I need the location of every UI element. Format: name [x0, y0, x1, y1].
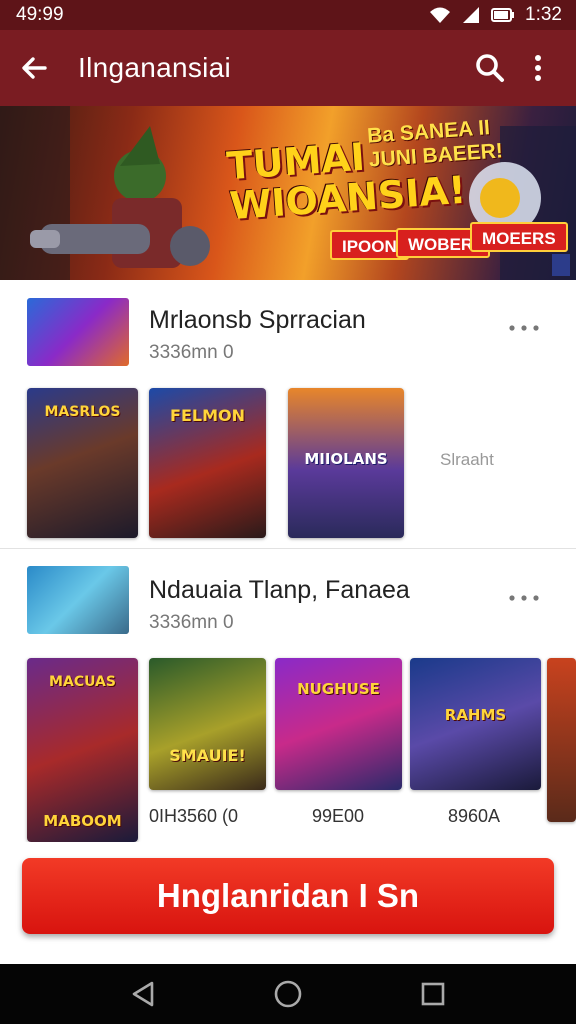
- section-1: Mrlaonsb Sprracian 3336mn 0 MASRLOS FELM…: [0, 280, 576, 546]
- section-header[interactable]: Ndauaia Tlanp, Fanaea 3336mn 0: [0, 550, 576, 640]
- game-card[interactable]: SMAUIE!: [149, 658, 266, 790]
- game-card-badge: MABOOM: [43, 812, 122, 830]
- nav-recents-button[interactable]: [403, 964, 463, 1024]
- circle-home-icon: [274, 980, 302, 1008]
- game-card[interactable]: MASRLOS: [27, 388, 138, 538]
- cta-area: Hnglanridan I Sn: [0, 842, 576, 964]
- status-time-left: 49:99: [16, 4, 64, 25]
- square-recents-icon: [422, 982, 445, 1006]
- section-title: Ndauaia Tlanp, Fanaea: [149, 576, 410, 604]
- game-card[interactable]: RAHMS: [410, 658, 541, 790]
- game-card[interactable]: NUGHUSE: [275, 658, 402, 790]
- primary-cta-button[interactable]: Hnglanridan I Sn: [22, 858, 554, 934]
- signal-icon: [463, 7, 480, 23]
- game-card[interactable]: MIIOLANS: [288, 388, 404, 538]
- game-card-title: MACUAS: [49, 674, 116, 690]
- triangle-back-icon: [132, 981, 153, 1007]
- status-time-right: 1:32: [525, 4, 562, 25]
- system-nav-bar: [0, 964, 576, 1024]
- more-vertical-icon: [535, 55, 541, 81]
- app-bar: Ilnganansiai: [0, 30, 576, 106]
- banner-tagline: Ba SANEA II JUNI BAEER!: [366, 115, 503, 172]
- game-card-peek[interactable]: [547, 658, 576, 822]
- section-subtitle: 3336mn 0: [149, 612, 234, 633]
- game-card[interactable]: MACUAS MABOOM: [27, 658, 138, 842]
- game-card-title: MIIOLANS: [304, 450, 388, 468]
- section-header[interactable]: Mrlaonsb Sprracian 3336mn 0: [0, 280, 576, 370]
- arrow-left-icon: [22, 57, 47, 79]
- battery-icon: [491, 8, 515, 22]
- more-horizontal-icon: [509, 595, 539, 601]
- section-divider: [0, 548, 576, 549]
- wifi-icon: [430, 7, 451, 23]
- game-price: 99E00: [312, 806, 365, 826]
- section-subtitle: 3336mn 0: [149, 342, 234, 363]
- nav-back-button[interactable]: [113, 964, 173, 1024]
- status-bar: 49:99 1:32: [0, 0, 576, 30]
- game-card-title: NUGHUSE: [297, 680, 380, 698]
- banner-pill-3: MOEERS: [470, 222, 568, 252]
- section-thumbnail: [27, 298, 129, 366]
- see-all-link[interactable]: Slraaht: [440, 450, 494, 470]
- nav-home-button[interactable]: [258, 964, 318, 1024]
- page-title: Ilnganansiai: [78, 52, 232, 83]
- section-2: Ndauaia Tlanp, Fanaea 3336mn 0 MACUAS MA…: [0, 550, 576, 842]
- promo-banner[interactable]: TUMAI WIOANSIA! Ba SANEA II JUNI BAEER! …: [0, 106, 576, 280]
- game-card[interactable]: FELMON: [149, 388, 266, 538]
- back-button[interactable]: [8, 42, 60, 94]
- game-card-title: SMAUIE!: [169, 746, 246, 765]
- game-price: 0IH3560 (0: [149, 806, 239, 826]
- game-card-title: FELMON: [170, 406, 245, 425]
- section-more-button[interactable]: [504, 586, 544, 610]
- search-icon: [476, 54, 504, 82]
- game-card-title: RAHMS: [444, 706, 507, 724]
- game-price: 8960A: [448, 806, 501, 826]
- section-more-button[interactable]: [504, 316, 544, 340]
- section-title: Mrlaonsb Sprracian: [149, 306, 366, 334]
- section-thumbnail: [27, 566, 129, 634]
- game-card-title: MASRLOS: [44, 404, 121, 420]
- more-options-button[interactable]: [514, 42, 562, 94]
- more-horizontal-icon: [509, 325, 539, 331]
- search-button[interactable]: [466, 42, 514, 94]
